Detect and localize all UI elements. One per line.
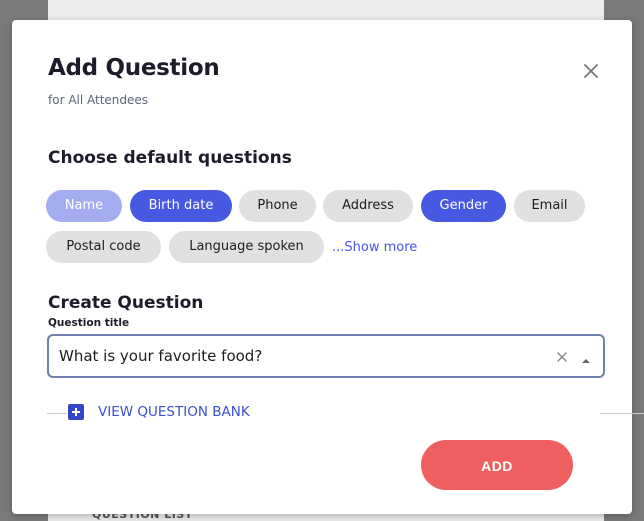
chip-email[interactable]: Email bbox=[514, 190, 585, 222]
close-icon bbox=[584, 64, 598, 78]
question-title-label: Question title bbox=[48, 317, 130, 329]
dropdown-toggle[interactable] bbox=[579, 351, 593, 363]
chip-birth-date[interactable]: Birth date bbox=[130, 190, 232, 222]
add-button[interactable]: ADD bbox=[421, 440, 573, 490]
close-button[interactable] bbox=[580, 60, 602, 82]
background-divider-right bbox=[600, 413, 644, 414]
chip-postal-code[interactable]: Postal code bbox=[46, 231, 161, 263]
background-divider-left bbox=[47, 413, 67, 414]
clear-icon bbox=[557, 352, 567, 362]
plus-icon bbox=[68, 404, 84, 420]
add-question-modal: Add Question for All Attendees Choose de… bbox=[12, 20, 632, 514]
chip-phone[interactable]: Phone bbox=[239, 190, 316, 222]
question-title-input[interactable] bbox=[59, 336, 529, 376]
clear-input-button[interactable] bbox=[555, 349, 569, 363]
caret-up-icon bbox=[582, 359, 590, 363]
show-more-link[interactable]: ...Show more bbox=[332, 240, 417, 255]
chip-name[interactable]: Name bbox=[46, 190, 122, 222]
question-title-field bbox=[47, 334, 605, 378]
create-question-heading: Create Question bbox=[48, 293, 204, 313]
chip-language-spoken[interactable]: Language spoken bbox=[169, 231, 324, 263]
modal-subtitle: for All Attendees bbox=[48, 93, 149, 107]
chip-address[interactable]: Address bbox=[323, 190, 413, 222]
default-questions-heading: Choose default questions bbox=[48, 148, 292, 168]
modal-title: Add Question bbox=[48, 55, 220, 81]
view-question-bank-label: VIEW QUESTION BANK bbox=[98, 404, 250, 420]
chip-gender[interactable]: Gender bbox=[421, 190, 506, 222]
